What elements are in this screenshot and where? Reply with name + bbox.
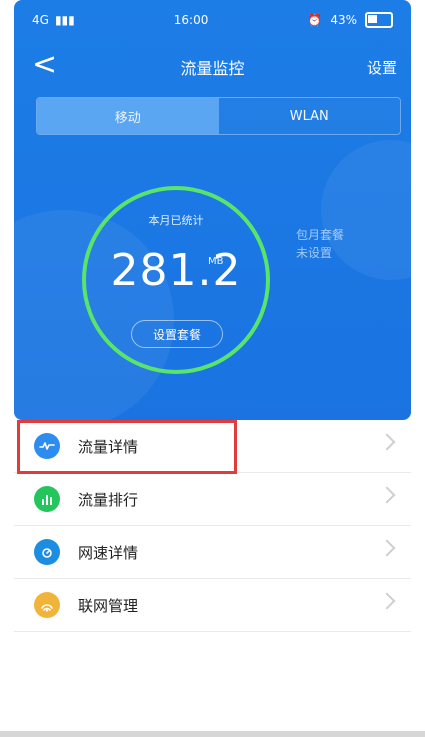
- top-bar: < 流量监控 设置: [14, 45, 411, 85]
- bars-icon: [34, 486, 60, 512]
- usage-unit: MB: [208, 256, 224, 267]
- chevron-right-icon: [378, 539, 396, 557]
- phone-screen: 4G ▮▮▮ 16:00 ⏰ 43% < 流量监控 设置 移动 WLAN 本月已…: [0, 0, 425, 737]
- status-right: ⏰ 43%: [307, 12, 393, 28]
- page-title: 流量监控: [180, 59, 245, 78]
- list-item-label: 联网管理: [78, 596, 139, 615]
- list-item-label: 网速详情: [78, 543, 139, 562]
- alarm-icon: ⏰: [307, 13, 323, 27]
- network-type: 4G: [32, 13, 49, 27]
- speed-icon: [34, 539, 60, 565]
- list-item-speed-detail[interactable]: 网速详情: [14, 526, 411, 579]
- tab-wlan[interactable]: WLAN: [219, 98, 401, 134]
- plan-line-1: 包月套餐: [296, 228, 345, 242]
- status-time: 16:00: [173, 13, 209, 27]
- settings-button[interactable]: 设置: [367, 57, 397, 78]
- status-bar: 4G ▮▮▮ 16:00 ⏰ 43%: [32, 8, 393, 32]
- network-icon: [34, 592, 60, 618]
- gauge-caption: 本月已统计: [148, 214, 204, 227]
- battery-percent: 43%: [330, 13, 357, 27]
- chevron-right-icon: [378, 592, 396, 610]
- selection-highlight: [17, 420, 237, 474]
- usage-value: 281.2: [110, 245, 242, 296]
- battery-icon: [365, 12, 393, 28]
- bottom-edge: [0, 731, 425, 737]
- traffic-hero: 4G ▮▮▮ 16:00 ⏰ 43% < 流量监控 设置 移动 WLAN 本月已…: [14, 0, 411, 420]
- status-left: 4G ▮▮▮: [32, 13, 75, 27]
- set-plan-button[interactable]: 设置套餐: [131, 320, 223, 348]
- signal-icon: ▮▮▮: [54, 13, 75, 27]
- list-item-network-management[interactable]: 联网管理: [14, 579, 411, 632]
- chevron-right-icon: [378, 486, 396, 504]
- network-tabs: 移动 WLAN: [36, 97, 401, 135]
- plan-line-2: 未设置: [296, 246, 333, 260]
- list-item-traffic-ranking[interactable]: 流量排行: [14, 473, 411, 526]
- tab-mobile[interactable]: 移动: [37, 98, 219, 134]
- usage-gauge: 本月已统计 281.2 MB 设置套餐: [76, 180, 276, 380]
- list-item-label: 流量排行: [78, 490, 139, 509]
- chevron-right-icon: [378, 433, 396, 451]
- plan-note: 包月套餐 未设置: [296, 226, 344, 262]
